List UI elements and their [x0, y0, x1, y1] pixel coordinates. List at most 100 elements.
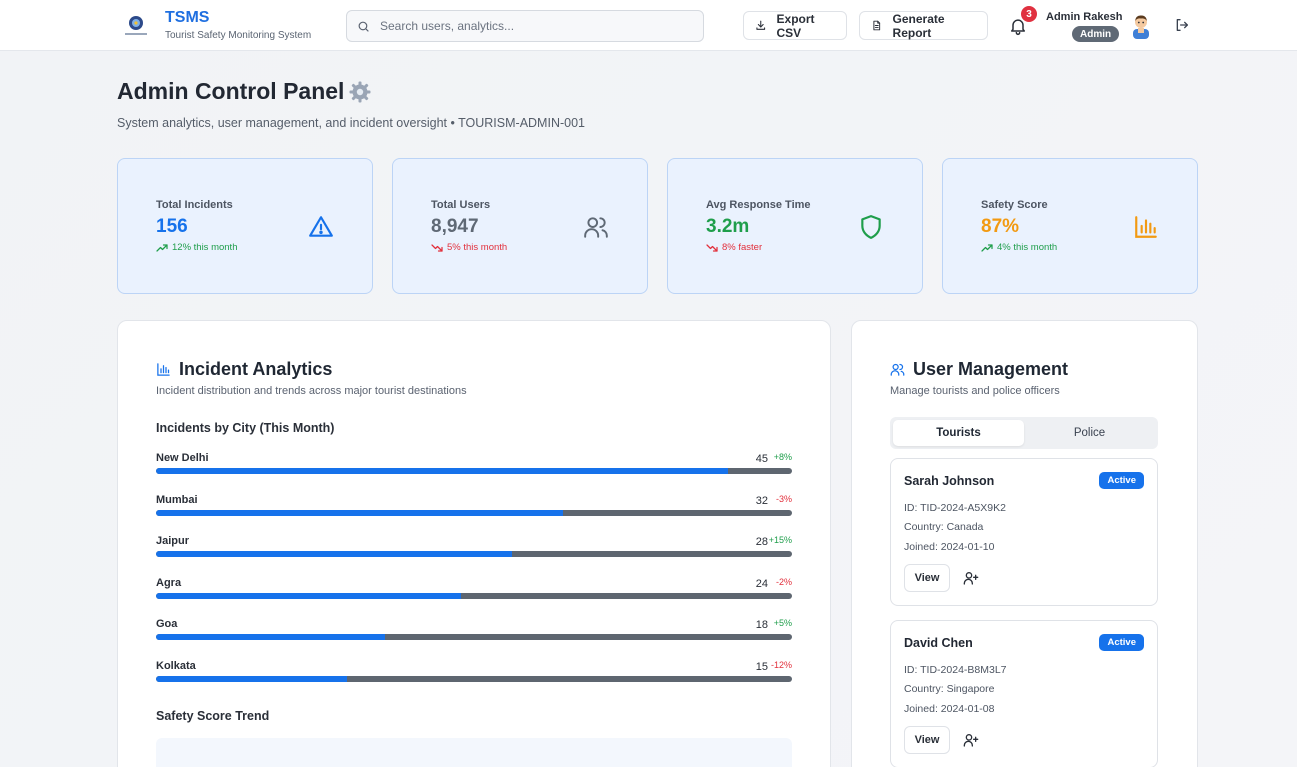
stat-label: Safety Score — [981, 199, 1048, 211]
trending-down-icon — [431, 243, 443, 252]
bar-chart-icon — [1135, 216, 1157, 238]
city-label: Goa — [156, 618, 178, 631]
view-user-button[interactable]: View — [904, 564, 950, 592]
stat-card-total-users: Total Users 8,947 5% this month — [392, 158, 648, 294]
bar-fill — [156, 676, 347, 682]
stat-trend-text: 12% this month — [172, 242, 238, 253]
city-bar-row: Kolkata 15 -12% — [156, 660, 792, 690]
city-incident-count: 45 — [755, 453, 768, 465]
notification-badge: 3 — [1021, 6, 1037, 22]
stat-trend: 12% this month — [156, 242, 237, 253]
bar-fill — [156, 551, 513, 558]
city-label: Kolkata — [156, 660, 196, 672]
bar-track — [156, 509, 792, 516]
bar-track — [156, 634, 792, 641]
city-incident-count: 24 — [755, 577, 768, 590]
stat-trend: 8% faster — [706, 242, 762, 253]
stat-label: Total Incidents — [156, 199, 233, 211]
city-bar-row: Jaipur 28 +15% — [156, 535, 792, 565]
user-plus-icon[interactable] — [963, 570, 979, 586]
page-subtitle: System analytics, user management, and i… — [117, 116, 585, 130]
admin-role-badge: Admin — [1072, 26, 1120, 42]
export-csv-label: Export CSV — [776, 11, 815, 40]
download-icon — [756, 20, 766, 30]
user-plus-icon[interactable] — [963, 732, 979, 748]
top-header: TSMS Tourist Safety Monitoring System Ex… — [0, 0, 1297, 51]
search-bar[interactable] — [346, 10, 704, 42]
stat-trend-text: 4% this month — [997, 242, 1058, 253]
tab-police[interactable]: Police — [1024, 420, 1155, 446]
stat-value: 3.2m — [706, 216, 750, 237]
user-country: Country: Canada — [904, 521, 984, 533]
incident-analytics-panel: Incident Analytics Incident distribution… — [117, 320, 831, 767]
bar-fill — [156, 468, 729, 474]
brand-title[interactable]: TSMS — [165, 9, 209, 27]
user-name: Sarah Johnson — [904, 474, 995, 488]
generate-report-button[interactable]: Generate Report — [859, 11, 988, 40]
city-change: -3% — [775, 493, 792, 504]
stat-card-avg-response-time: Avg Response Time 3.2m 8% faster — [667, 158, 923, 294]
stat-value: 8,947 — [431, 216, 479, 237]
bar-track — [156, 468, 792, 474]
city-incident-count: 32 — [755, 494, 768, 507]
stat-value: 156 — [156, 216, 188, 237]
search-input[interactable] — [380, 19, 680, 33]
user-card: David Chen Active ID: TID-2024-B8M3L7 Co… — [890, 620, 1158, 767]
city-incident-count: 28 — [755, 536, 768, 549]
avatar[interactable] — [1129, 13, 1153, 39]
bar-chart-icon — [157, 363, 170, 376]
logout-icon[interactable] — [1174, 17, 1190, 33]
stat-trend: 4% this month — [981, 242, 1057, 253]
safety-score-trend-title: Safety Score Trend — [156, 709, 270, 723]
user-country: Country: Singapore — [904, 683, 995, 695]
city-bar-row: Agra 24 -2% — [156, 577, 792, 607]
tsms-logo[interactable] — [120, 10, 152, 40]
user-joined: Joined: 2024-01-10 — [904, 541, 995, 553]
page-title: Admin Control Panel — [117, 78, 345, 104]
city-incident-count: 18 — [755, 619, 768, 632]
user-name: David Chen — [904, 636, 973, 650]
view-user-button[interactable]: View — [904, 726, 950, 754]
city-label: New Delhi — [156, 452, 209, 464]
user-joined: Joined: 2024-01-08 — [904, 703, 995, 715]
stat-value: 87% — [981, 216, 1020, 237]
city-bar-row: New Delhi 45 +8% — [156, 452, 792, 482]
bar-fill — [156, 509, 564, 516]
safety-score-trend-chart — [156, 738, 792, 767]
trending-up-icon — [981, 243, 993, 252]
city-change: +5% — [773, 618, 792, 629]
city-label: Jaipur — [156, 535, 190, 548]
user-management-subtitle: Manage tourists and police officers — [890, 385, 1060, 397]
stat-label: Total Users — [431, 199, 491, 211]
city-bar-row: Goa 18 +5% — [156, 618, 792, 648]
user-id: ID: TID-2024-B8M3L7 — [904, 664, 1007, 676]
shield-icon — [861, 215, 881, 239]
city-label: Mumbai — [156, 493, 198, 506]
bar-fill — [156, 634, 385, 641]
city-incident-count: 15 — [755, 661, 768, 673]
status-badge: Active — [1099, 634, 1144, 651]
city-change: +8% — [773, 452, 792, 462]
incident-analytics-subtitle: Incident distribution and trends across … — [156, 385, 467, 397]
incidents-by-city-title: Incidents by City (This Month) — [156, 421, 335, 435]
search-icon — [358, 21, 369, 32]
tab-tourists[interactable]: Tourists — [893, 420, 1024, 446]
bar-fill — [156, 592, 462, 599]
city-bar-row: Mumbai 32 -3% — [156, 494, 792, 524]
user-management-panel: User Management Manage tourists and poli… — [851, 320, 1198, 767]
bar-track — [156, 592, 792, 599]
file-text-icon — [873, 20, 881, 31]
brand-subtitle: Tourist Safety Monitoring System — [165, 30, 312, 41]
city-change: -2% — [775, 576, 792, 587]
trending-up-icon — [156, 243, 168, 252]
incident-analytics-title: Incident Analytics — [179, 359, 333, 379]
bar-track — [156, 676, 792, 682]
export-csv-button[interactable]: Export CSV — [743, 11, 847, 40]
users-icon — [584, 217, 608, 238]
user-id: ID: TID-2024-A5X9K2 — [904, 502, 1006, 514]
status-badge: Active — [1099, 472, 1144, 489]
user-management-title: User Management — [913, 359, 1069, 379]
users-icon — [890, 363, 905, 376]
trending-down-icon — [706, 243, 718, 252]
city-change: +15% — [768, 535, 792, 546]
